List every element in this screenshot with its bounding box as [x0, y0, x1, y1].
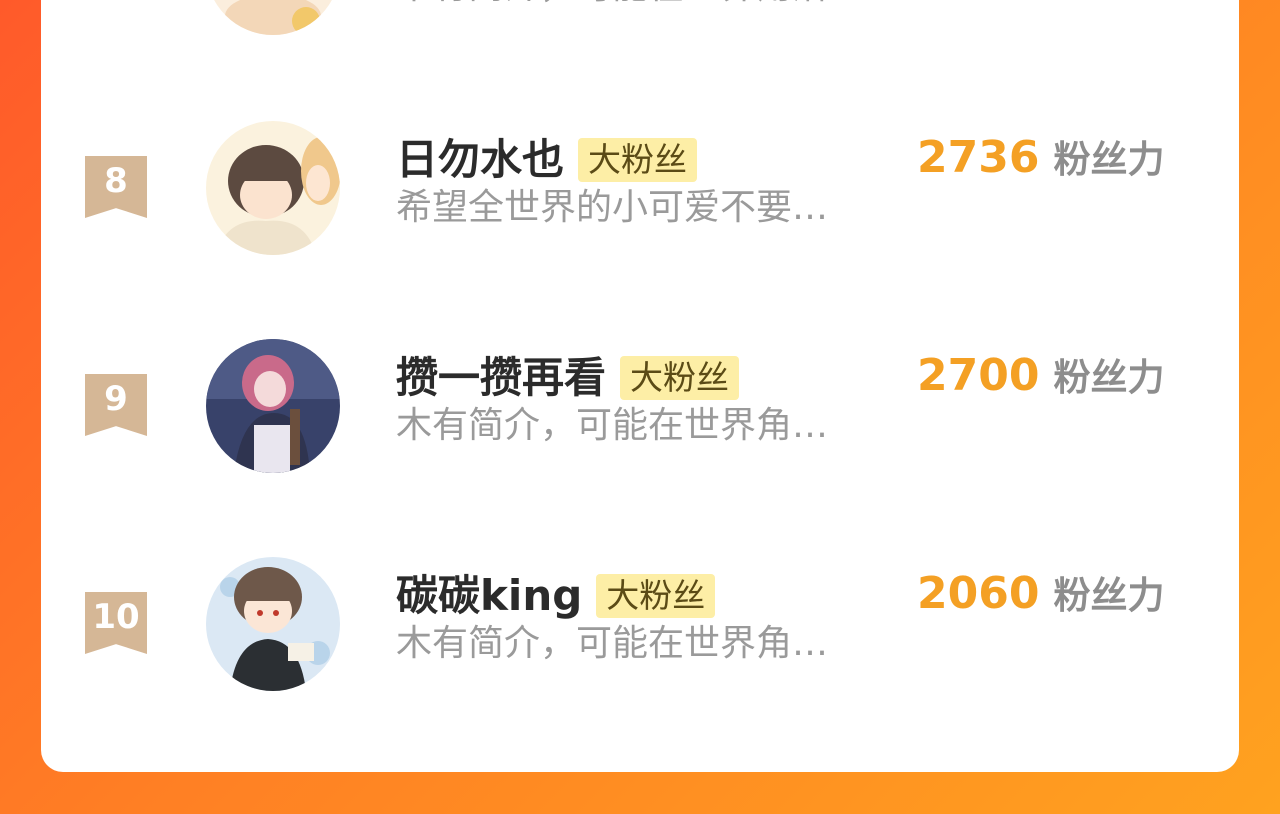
user-name[interactable]: 攒一攒再看 — [396, 352, 606, 404]
score-unit: 粉丝力 — [1053, 138, 1165, 181]
user-bio: 木有简介，可能在世界角… — [396, 623, 829, 664]
score-unit: 粉丝力 — [1053, 356, 1165, 399]
score-value: 2736 — [917, 132, 1040, 183]
avatar[interactable] — [206, 339, 340, 473]
list-item-rank-10[interactable]: 10 碳碳king 大粉丝 木有简介，可能在世界角… 2060 粉丝力 — [41, 554, 1239, 694]
fan-level-badge: 大粉丝 — [620, 356, 740, 400]
list-item-previous[interactable]: 木有简介，可能在世界角落… — [41, 0, 1239, 38]
fan-power-score: 2736 粉丝力 — [917, 132, 1164, 186]
avatar[interactable] — [206, 0, 340, 35]
score-value: 2060 — [917, 568, 1040, 619]
list-item-rank-8[interactable]: 8 日勿水也 大粉丝 希望全世界的小可爱不要… 2736 粉丝力 — [41, 118, 1239, 258]
rank-ribbon: 9 — [85, 374, 147, 436]
fan-power-score: 2060 粉丝力 — [917, 568, 1164, 622]
rank-number: 8 — [104, 161, 128, 201]
user-bio: 木有简介，可能在世界角落… — [396, 0, 878, 9]
user-name[interactable]: 日勿水也 — [396, 134, 564, 186]
fan-power-score: 2700 粉丝力 — [917, 350, 1164, 404]
rank-number: 9 — [104, 379, 128, 419]
user-name[interactable]: 碳碳king — [396, 570, 582, 622]
list-item-rank-9[interactable]: 9 攒一攒再看 大粉丝 木有简介，可能在世界角… 2700 粉丝力 — [41, 336, 1239, 476]
user-bio: 木有简介，可能在世界角… — [396, 405, 829, 446]
user-bio: 希望全世界的小可爱不要… — [396, 187, 829, 228]
rank-ribbon: 10 — [85, 592, 147, 654]
fan-level-badge: 大粉丝 — [596, 574, 716, 618]
avatar[interactable] — [206, 121, 340, 255]
avatar[interactable] — [206, 557, 340, 691]
rank-number: 10 — [92, 597, 140, 637]
score-unit: 粉丝力 — [1053, 574, 1165, 617]
rank-ribbon: 8 — [85, 156, 147, 218]
fan-ranking-card: 木有简介，可能在世界角落… 8 日勿水也 大粉丝 希望全世界的小可爱不要… 27… — [41, 0, 1239, 772]
fan-level-badge: 大粉丝 — [578, 138, 698, 182]
score-value: 2700 — [917, 350, 1040, 401]
